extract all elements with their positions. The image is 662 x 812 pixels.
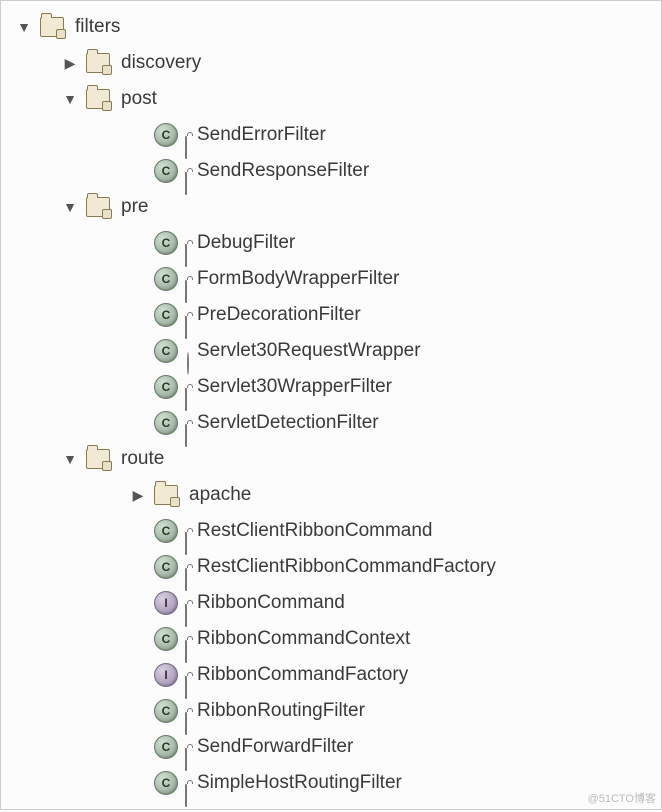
tree-node-class[interactable]: ▶ C RibbonRoutingFilter — [9, 693, 653, 729]
lock-icon — [185, 749, 197, 761]
node-label: pre — [121, 196, 148, 218]
tree-node-class[interactable]: ▶ C ServletDetectionFilter — [9, 405, 653, 441]
package-icon — [85, 51, 111, 75]
expand-arrow-icon[interactable]: ▼ — [61, 199, 79, 215]
tree-node-class[interactable]: ▶ C SendResponseFilter — [9, 153, 653, 189]
node-label: SendResponseFilter — [197, 160, 369, 182]
class-icon: C — [153, 699, 179, 723]
class-icon: C — [153, 375, 179, 399]
expand-arrow-icon[interactable]: ▼ — [15, 19, 33, 35]
node-label: PreDecorationFilter — [197, 304, 361, 326]
tree-node-class[interactable]: ▶ C SendErrorFilter — [9, 117, 653, 153]
lock-icon — [185, 137, 197, 149]
lock-icon — [185, 569, 197, 581]
tree-node-class[interactable]: ▶ C FormBodyWrapperFilter — [9, 261, 653, 297]
class-icon: C — [153, 159, 179, 183]
node-label: RibbonCommand — [197, 592, 345, 614]
node-label: post — [121, 88, 157, 110]
tree-node-route[interactable]: ▼ route — [9, 441, 653, 477]
lock-icon — [185, 245, 197, 257]
lock-icon — [185, 785, 197, 797]
lock-icon — [185, 605, 197, 617]
tree-node-class[interactable]: ▶ C PreDecorationFilter — [9, 297, 653, 333]
class-icon: C — [153, 411, 179, 435]
node-label: SendErrorFilter — [197, 124, 326, 146]
tree-node-class[interactable]: ▶ C SendForwardFilter — [9, 729, 653, 765]
node-label: route — [121, 448, 164, 470]
lock-icon — [185, 533, 197, 545]
tree-node-pre[interactable]: ▼ pre — [9, 189, 653, 225]
tree-node-interface[interactable]: ▶ I RibbonCommand — [9, 585, 653, 621]
class-icon: C — [153, 627, 179, 651]
watermark: @51CTO博客 — [588, 790, 656, 806]
collapse-arrow-icon[interactable]: ▶ — [61, 55, 79, 72]
class-icon: C — [153, 555, 179, 579]
tree-node-class[interactable]: ▶ C SimpleHostRoutingFilter — [9, 765, 653, 801]
tree-node-apache[interactable]: ▶ apache — [9, 477, 653, 513]
tree-node-class[interactable]: ▶ C Servlet30WrapperFilter — [9, 369, 653, 405]
tree-node-filters[interactable]: ▼ filters — [9, 9, 653, 45]
class-icon: C — [153, 123, 179, 147]
lock-icon — [185, 425, 197, 437]
lock-icon — [185, 173, 197, 185]
class-icon: C — [153, 339, 179, 363]
tree-node-class[interactable]: ▶ C Servlet30RequestWrapper — [9, 333, 653, 369]
node-label: SendForwardFilter — [197, 736, 353, 758]
class-icon: C — [153, 519, 179, 543]
tree-node-class[interactable]: ▶ C RibbonCommandContext — [9, 621, 653, 657]
package-tree: ▼ filters ▶ discovery ▼ post ▶ C SendErr… — [9, 9, 653, 801]
node-label: apache — [189, 484, 251, 506]
node-label: RestClientRibbonCommand — [197, 520, 433, 542]
node-label: RibbonRoutingFilter — [197, 700, 365, 722]
lock-icon — [185, 281, 197, 293]
tree-node-post[interactable]: ▼ post — [9, 81, 653, 117]
package-icon — [85, 87, 111, 111]
class-icon: C — [153, 771, 179, 795]
lock-icon — [185, 389, 197, 401]
lock-icon — [185, 641, 197, 653]
collapse-arrow-icon[interactable]: ▶ — [129, 487, 147, 504]
node-label: RestClientRibbonCommandFactory — [197, 556, 496, 578]
lock-icon — [185, 677, 197, 689]
expand-arrow-icon[interactable]: ▼ — [61, 91, 79, 107]
node-label: RibbonCommandFactory — [197, 664, 408, 686]
class-icon: C — [153, 267, 179, 291]
tree-node-discovery[interactable]: ▶ discovery — [9, 45, 653, 81]
tree-node-class[interactable]: ▶ C RestClientRibbonCommandFactory — [9, 549, 653, 585]
node-label: RibbonCommandContext — [197, 628, 410, 650]
package-icon — [39, 15, 65, 39]
package-icon — [153, 483, 179, 507]
tree-node-class[interactable]: ▶ C DebugFilter — [9, 225, 653, 261]
class-icon: C — [153, 303, 179, 327]
interface-icon: I — [153, 663, 179, 687]
node-label: filters — [75, 16, 120, 38]
node-label: SimpleHostRoutingFilter — [197, 772, 402, 794]
lock-icon — [185, 317, 197, 329]
default-visibility-icon — [185, 353, 197, 365]
expand-arrow-icon[interactable]: ▼ — [61, 451, 79, 467]
node-label: DebugFilter — [197, 232, 295, 254]
node-label: Servlet30RequestWrapper — [197, 340, 421, 362]
node-label: FormBodyWrapperFilter — [197, 268, 399, 290]
node-label: discovery — [121, 52, 201, 74]
interface-icon: I — [153, 591, 179, 615]
class-icon: C — [153, 231, 179, 255]
node-label: ServletDetectionFilter — [197, 412, 379, 434]
package-icon — [85, 195, 111, 219]
node-label: Servlet30WrapperFilter — [197, 376, 392, 398]
package-icon — [85, 447, 111, 471]
tree-node-class[interactable]: ▶ C RestClientRibbonCommand — [9, 513, 653, 549]
tree-node-interface[interactable]: ▶ I RibbonCommandFactory — [9, 657, 653, 693]
lock-icon — [185, 713, 197, 725]
class-icon: C — [153, 735, 179, 759]
